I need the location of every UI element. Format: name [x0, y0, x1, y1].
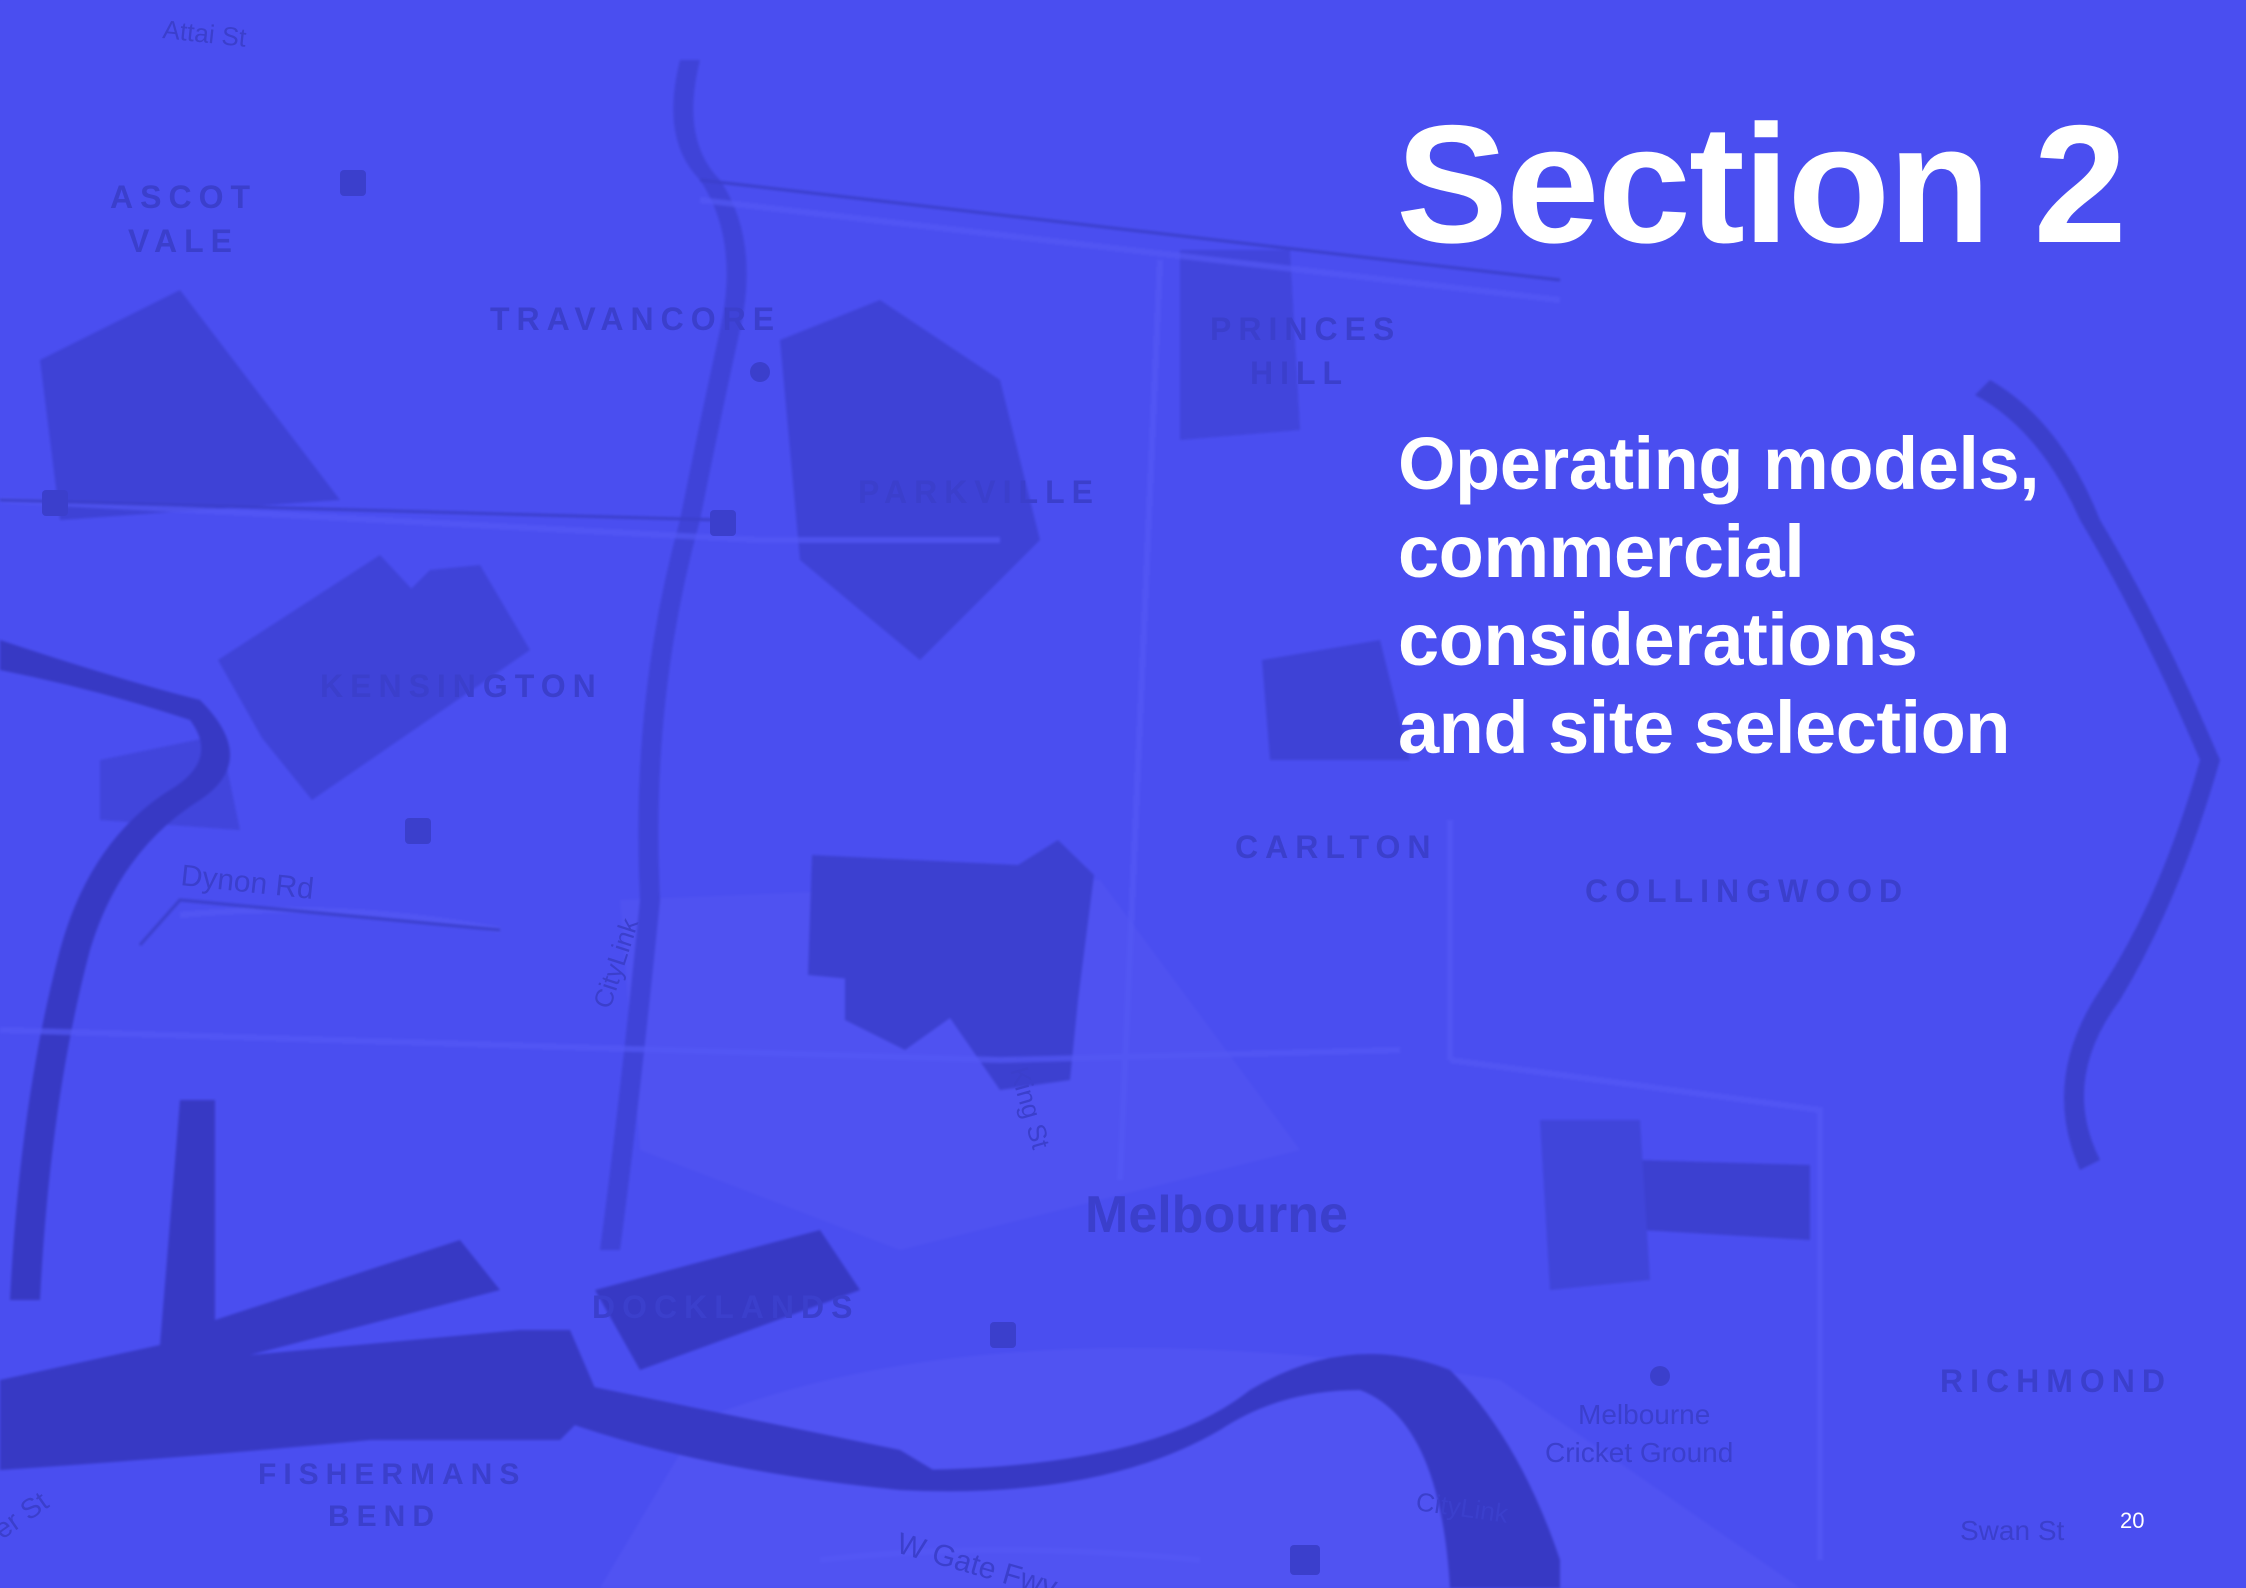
subheading-line: Operating models,: [1398, 422, 2040, 505]
station-icon: [42, 490, 68, 516]
page-number: 20: [2120, 1508, 2145, 1533]
subheading-line: considerations: [1398, 598, 1918, 681]
map-label-mcg-1: Melbourne: [1578, 1399, 1710, 1430]
map-block-east: [1640, 1160, 1810, 1240]
map-label-princes-2: HILL: [1250, 355, 1349, 391]
section-heading: Section 2: [1396, 90, 2127, 278]
station-icon: [710, 510, 736, 536]
map-label-collingwood: COLLINGWOOD: [1585, 873, 1909, 909]
map-pin-icon: [750, 362, 770, 382]
station-icon: [1290, 1545, 1320, 1575]
map-label-ascot-1: ASCOT: [110, 179, 257, 215]
map-label-ascot-2: VALE: [128, 223, 239, 259]
map-label-travancore: TRAVANCORE: [490, 301, 781, 337]
section-subheading: Operating models, commercial considerati…: [1398, 420, 2218, 772]
subheading-line: and site selection: [1398, 686, 2010, 769]
map-label-docklands: DOCKLANDS: [592, 1289, 859, 1325]
landmark-icon: [1650, 1366, 1670, 1386]
map-label-mcg-2: Cricket Ground: [1545, 1437, 1733, 1468]
subheading-line: commercial: [1398, 510, 1805, 593]
map-label-richmond: RICHMOND: [1940, 1363, 2172, 1399]
slide: Attai St ASCOT VALE TRAVANCORE PRINCES H…: [0, 0, 2246, 1588]
map-label-kensington: KENSINGTON: [320, 668, 603, 704]
station-icon: [340, 170, 366, 196]
map-label-fishermans-1: FISHERMANS: [258, 1458, 526, 1491]
map-block-fitzroy-gardens: [1540, 1120, 1650, 1290]
station-icon: [405, 818, 431, 844]
map-label-carlton: CARLTON: [1235, 829, 1437, 865]
map-label-melbourne: Melbourne: [1085, 1186, 1348, 1244]
map-label-swan: Swan St: [1960, 1515, 2064, 1546]
map-label-parkville: PARKVILLE: [858, 474, 1100, 510]
map-label-princes-1: PRINCES: [1210, 311, 1401, 347]
map-label-fishermans-2: BEND: [328, 1500, 441, 1533]
station-icon: [990, 1322, 1016, 1348]
